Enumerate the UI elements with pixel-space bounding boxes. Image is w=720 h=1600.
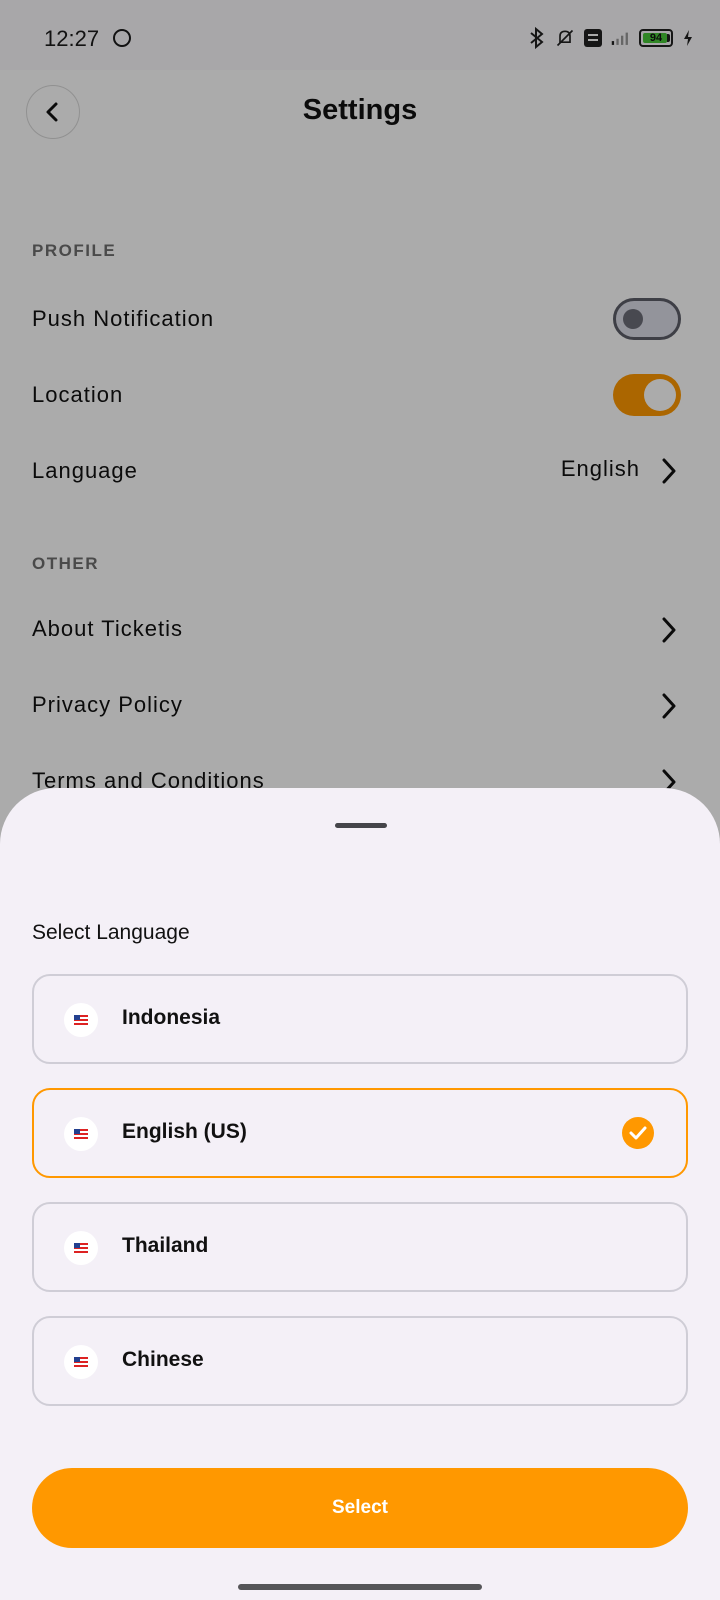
- check-icon: [622, 1117, 654, 1149]
- language-option-label: English (US): [122, 1120, 247, 1143]
- us-flag-icon: [64, 1231, 98, 1265]
- sheet-title: Select Language: [32, 921, 190, 944]
- language-option-thailand[interactable]: Thailand: [32, 1202, 688, 1292]
- language-option-label: Chinese: [122, 1348, 204, 1371]
- language-option-label: Thailand: [122, 1234, 209, 1257]
- language-option-english-us[interactable]: English (US): [32, 1088, 688, 1178]
- language-option-label: Indonesia: [122, 1006, 221, 1029]
- us-flag-icon: [64, 1117, 98, 1151]
- us-flag-icon: [64, 1003, 98, 1037]
- home-indicator[interactable]: [238, 1584, 482, 1590]
- drag-handle[interactable]: [335, 823, 387, 828]
- language-bottom-sheet: Select Language Indonesia English (US) T…: [0, 788, 720, 1600]
- select-button[interactable]: Select: [32, 1468, 688, 1548]
- language-option-indonesia[interactable]: Indonesia: [32, 974, 688, 1064]
- language-option-chinese[interactable]: Chinese: [32, 1316, 688, 1406]
- us-flag-icon: [64, 1345, 98, 1379]
